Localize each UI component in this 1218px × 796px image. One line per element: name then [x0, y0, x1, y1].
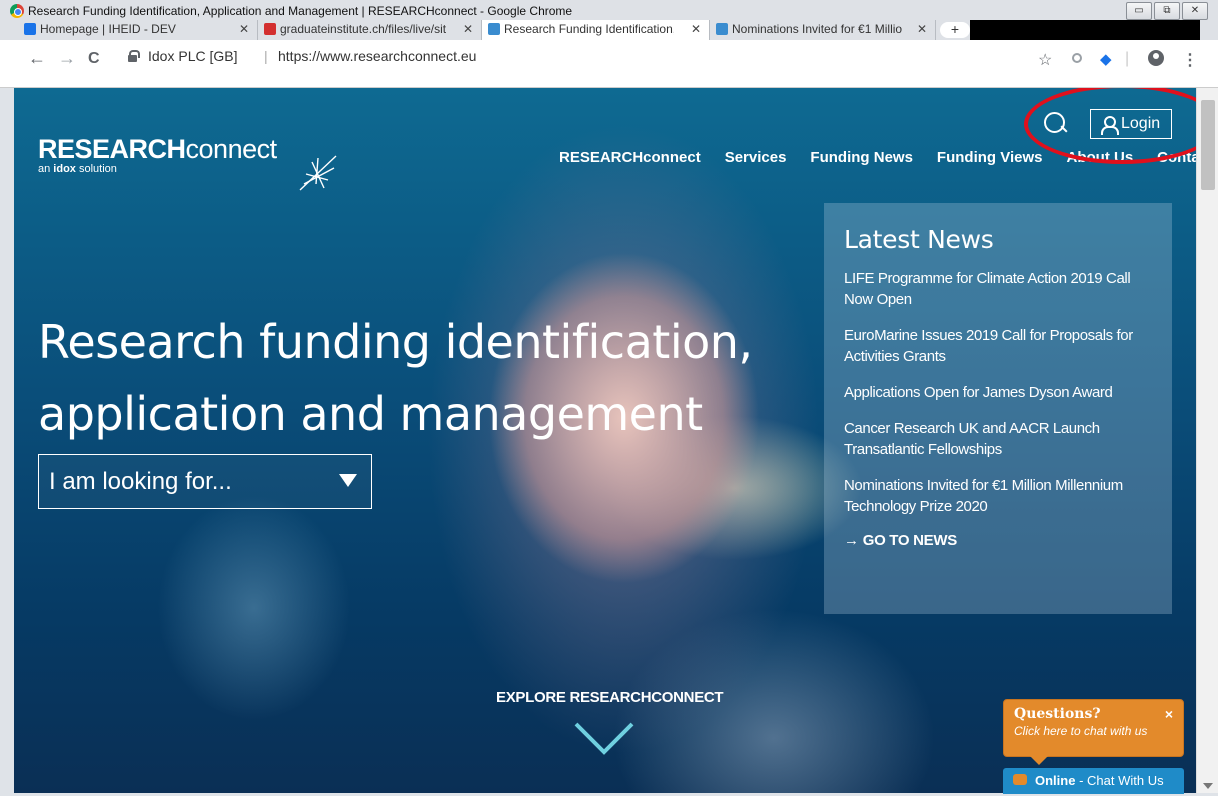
- close-window-button[interactable]: ✕: [1182, 2, 1208, 20]
- news-item[interactable]: LIFE Programme for Climate Action 2019 C…: [844, 268, 1152, 310]
- news-item[interactable]: Nominations Invited for €1 Million Mille…: [844, 475, 1152, 517]
- extension-cap-icon[interactable]: ◆: [1100, 50, 1112, 68]
- window-controls: ▭ ⧉ ✕: [1126, 2, 1208, 20]
- arrow-right-icon: →: [844, 532, 859, 549]
- minimize-button[interactable]: ▭: [1126, 2, 1152, 20]
- logo-bold-part: RESEARCH: [38, 134, 186, 164]
- window-title: Research Funding Identification, Applica…: [28, 4, 573, 18]
- chat-prompt-bubble[interactable]: Questions? Click here to chat with us ×: [1003, 699, 1184, 765]
- tab-close-icon[interactable]: ✕: [691, 22, 701, 36]
- nav-item-funding-news[interactable]: Funding News: [810, 149, 913, 166]
- tab-nominations[interactable]: Nominations Invited for €1 Millio ✕: [710, 20, 936, 40]
- scroll-down-arrow-icon[interactable]: [1203, 783, 1213, 789]
- tab-close-icon[interactable]: ✕: [463, 22, 473, 36]
- looking-for-dropdown[interactable]: I am looking for...: [38, 454, 372, 509]
- nav-item-funding-views[interactable]: Funding Views: [937, 149, 1043, 166]
- tab-researchconnect[interactable]: Research Funding Identification, ✕: [482, 20, 710, 40]
- go-to-news-label: GO TO NEWS: [862, 532, 958, 549]
- tab-label: Research Funding Identification,: [504, 22, 674, 36]
- logo-wordmark: RESEARCHconnect: [38, 134, 277, 165]
- logo-thin-part: connect: [185, 134, 278, 164]
- tab-label: graduateinstitute.ch/files/live/sit: [280, 22, 447, 36]
- chat-with-us-label: - Chat With Us: [1075, 773, 1164, 788]
- nav-item-services[interactable]: Services: [725, 149, 787, 166]
- toolbar-divider: |: [1125, 50, 1130, 67]
- logo-network-icon: [299, 155, 337, 191]
- researchconnect-logo[interactable]: RESEARCHconnect an idox solution: [38, 134, 337, 191]
- page-scrollbar[interactable]: [1196, 88, 1218, 793]
- scrollbar-thumb[interactable]: [1201, 100, 1215, 190]
- reload-icon[interactable]: C: [88, 50, 100, 68]
- explore-label[interactable]: EXPLORE RESEARCHCONNECT: [496, 689, 724, 706]
- tab-favicon-icon: [716, 23, 728, 35]
- dropdown-arrow-icon: [339, 474, 357, 487]
- chrome-menu-icon[interactable]: ⋮: [1182, 50, 1198, 70]
- new-tab-button[interactable]: +: [940, 22, 970, 38]
- tab-close-icon[interactable]: ✕: [239, 22, 249, 36]
- address-bar[interactable]: Idox PLC [GB] | https://www.researchconn…: [118, 46, 1068, 72]
- tab-favicon-icon: [488, 23, 500, 35]
- news-item[interactable]: Applications Open for James Dyson Award: [844, 382, 1152, 403]
- back-icon[interactable]: ←: [28, 48, 46, 69]
- tabstrip-empty-area: [970, 20, 1200, 40]
- tab-label: Homepage | IHEID - DEV: [40, 22, 176, 36]
- tab-graduateinstitute[interactable]: graduateinstitute.ch/files/live/sit ✕: [258, 20, 482, 40]
- chat-subtitle: Click here to chat with us: [1014, 724, 1148, 738]
- browser-toolbar: ← → C Idox PLC [GB] | https://www.resear…: [0, 40, 1218, 88]
- chrome-logo-icon: [10, 4, 24, 18]
- site-identity[interactable]: Idox PLC [GB]: [148, 48, 237, 64]
- news-item[interactable]: Cancer Research UK and AACR Launch Trans…: [844, 418, 1152, 460]
- chat-online-bar[interactable]: Online - Chat With Us: [1003, 768, 1184, 794]
- hero-headline: Research funding identification, applica…: [38, 315, 753, 441]
- tab-label: Nominations Invited for €1 Millio: [732, 22, 902, 36]
- profile-icon[interactable]: [1148, 50, 1164, 71]
- online-status: Online: [1035, 773, 1076, 788]
- url-separator: |: [264, 48, 268, 64]
- logo-sub-bold: idox: [53, 163, 76, 175]
- looking-for-label: I am looking for...: [49, 468, 232, 495]
- lock-icon: [128, 50, 140, 62]
- tab-homepage-iheid[interactable]: Homepage | IHEID - DEV ✕: [18, 20, 258, 40]
- latest-news-panel: Latest News LIFE Programme for Climate A…: [824, 203, 1172, 614]
- page-hero: RESEARCHconnect an idox solution Login R…: [14, 88, 1196, 793]
- go-to-news-link[interactable]: → GO TO NEWS: [844, 532, 1152, 549]
- latest-news-title: Latest News: [844, 225, 994, 254]
- chat-bubble-icon: [1013, 774, 1027, 785]
- bookmark-star-icon[interactable]: ☆: [1038, 50, 1052, 70]
- maximize-button[interactable]: ⧉: [1154, 2, 1180, 20]
- extension-circle-icon[interactable]: [1072, 50, 1082, 68]
- forward-icon[interactable]: →: [58, 48, 76, 69]
- url-text[interactable]: https://www.researchconnect.eu: [278, 48, 476, 64]
- chevron-down-icon[interactable]: [572, 718, 636, 758]
- logo-sub-suffix: solution: [75, 163, 117, 175]
- chat-question: Questions?: [1014, 706, 1101, 722]
- chat-close-icon[interactable]: ×: [1165, 706, 1173, 722]
- tab-favicon-icon: [264, 23, 276, 35]
- tab-close-icon[interactable]: ✕: [917, 22, 927, 36]
- logo-sub-prefix: an: [38, 163, 54, 175]
- news-item[interactable]: EuroMarine Issues 2019 Call for Proposal…: [844, 325, 1152, 367]
- tab-favicon-icon: [24, 23, 36, 35]
- bubble-tail: [1030, 756, 1048, 765]
- nav-item-researchconnect[interactable]: RESEARCHconnect: [559, 149, 701, 166]
